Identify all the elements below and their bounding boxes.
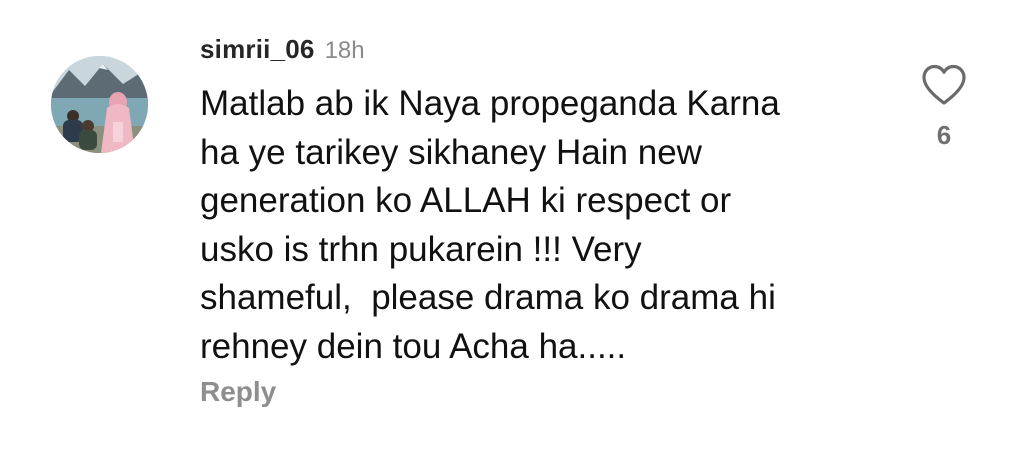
reply-button[interactable]: Reply (200, 376, 276, 408)
comment-item: simrii_06 18h Matlab ab ik Naya propegan… (0, 0, 1024, 449)
heart-outline-icon (922, 64, 966, 105)
username[interactable]: simrii_06 (200, 34, 315, 65)
avatar-photo (51, 56, 148, 153)
comment-text-line: rehney dein tou Acha ha..... (200, 326, 627, 366)
comment-text-line: ha ye tarikey sikhaney Hain new (200, 132, 702, 172)
avatar[interactable] (51, 56, 148, 153)
comment-text: Matlab ab ik Naya propeganda Karna ha ye… (200, 80, 880, 371)
comment-text-line: Matlab ab ik Naya propeganda Karna (200, 84, 780, 123)
comment-text-line: usko is trhn pukarein !!! Very (200, 229, 642, 269)
like-button[interactable] (920, 63, 968, 107)
timestamp: 18h (324, 37, 365, 64)
like-count: 6 (936, 120, 952, 150)
comment-header: simrii_06 18h (200, 34, 365, 68)
comment-text-line: shameful, please drama ko drama hi (200, 278, 776, 317)
comment-text-line: generation ko ALLAH ki respect or (200, 181, 732, 220)
